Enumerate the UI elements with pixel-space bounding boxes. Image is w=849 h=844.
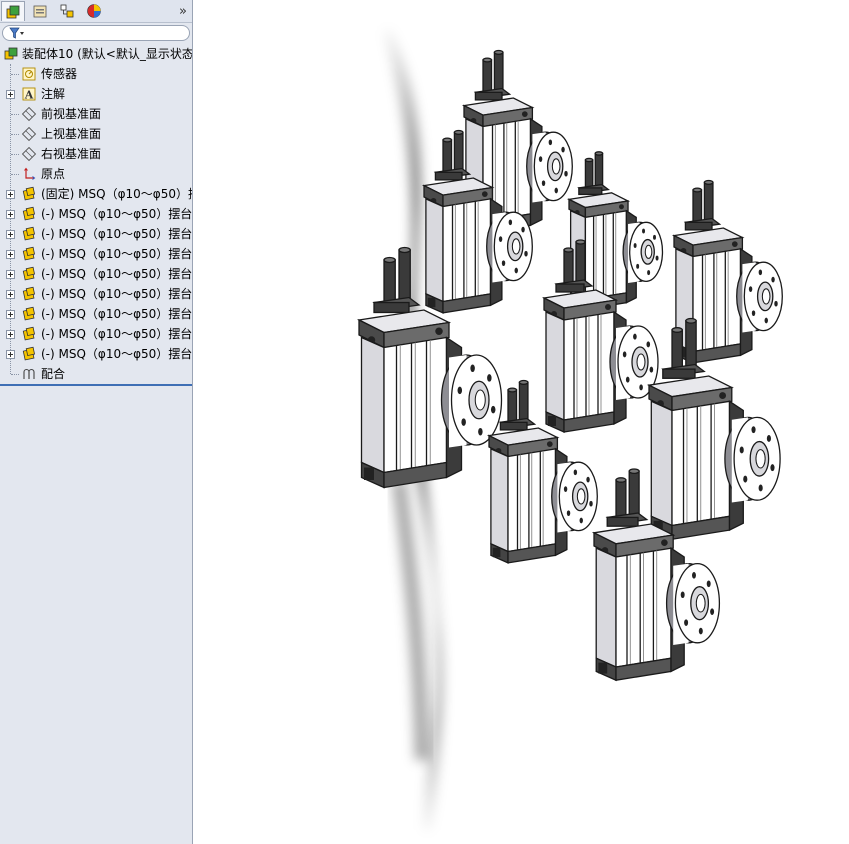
tree-item-label: (-) MSQ（φ10～φ50）摆台	[41, 347, 193, 361]
assembly-3d-view[interactable]	[194, 0, 849, 844]
annotation-icon: A	[21, 86, 37, 102]
tree-item-label: 前视基准面	[41, 107, 102, 121]
subassembly-icon	[21, 306, 37, 322]
display-manager-icon	[87, 4, 101, 18]
tree-item-label: (-) MSQ（φ10～φ50）摆台	[41, 267, 193, 281]
tree-item-plane[interactable]: 上视基准面	[0, 124, 192, 144]
subassembly-icon	[21, 246, 37, 262]
tree-item-subassembly[interactable]: (-) MSQ（φ10～φ50）摆台	[0, 224, 193, 244]
tree-item-origin[interactable]: 原点	[0, 164, 192, 184]
tree-item-subassembly[interactable]: (-) MSQ（φ10～φ50）摆台	[0, 324, 193, 344]
tree-item-label: 配合	[41, 367, 66, 381]
tree-item-label: (-) MSQ（φ10～φ50）摆台	[41, 327, 193, 341]
tree-item-label: (-) MSQ（φ10～φ50）摆台	[41, 307, 193, 321]
subassembly-icon	[21, 286, 37, 302]
subassembly-icon	[21, 186, 37, 202]
tree-item-label: (固定) MSQ（φ10～φ50）摆	[41, 187, 193, 201]
tree-branch	[11, 174, 19, 175]
tab-display-manager[interactable]	[82, 1, 106, 21]
tree-filter-input[interactable]	[2, 25, 190, 41]
plane-icon	[21, 126, 37, 142]
plane-icon	[21, 146, 37, 162]
subassembly-icon	[21, 206, 37, 222]
expand-toggle-icon[interactable]	[6, 250, 15, 259]
tree-branch	[11, 134, 19, 135]
tree-item-label: (-) MSQ（φ10～φ50）摆台	[41, 287, 193, 301]
tree-item-sensor[interactable]: 传感器	[0, 64, 192, 84]
assembly-root-icon	[3, 46, 19, 62]
sensor-icon	[21, 66, 37, 82]
expand-toggle-icon[interactable]	[6, 90, 15, 99]
tree-item-label: 右视基准面	[41, 147, 102, 161]
expand-toggle-icon[interactable]	[6, 350, 15, 359]
tree-root-assembly[interactable]: 装配体10 (默认<默认_显示状态	[0, 44, 193, 64]
expand-panel-button[interactable]: »	[176, 1, 190, 21]
tree-item-subassembly[interactable]: (-) MSQ（φ10～φ50）摆台	[0, 344, 193, 364]
tree-item-label: 传感器	[41, 67, 78, 81]
tree-item-label: 上视基准面	[41, 127, 102, 141]
tree-branch	[11, 74, 19, 75]
tree-branch	[11, 154, 19, 155]
tree-item-subassembly[interactable]: (-) MSQ（φ10～φ50）摆台	[0, 264, 193, 284]
feature-manager-tabbar: »	[0, 0, 192, 23]
tree-item-subassembly[interactable]: (-) MSQ（φ10～φ50）摆台	[0, 284, 193, 304]
tree-item-subassembly[interactable]: (-) MSQ（φ10～φ50）摆台	[0, 304, 193, 324]
expand-toggle-icon[interactable]	[6, 310, 15, 319]
expand-toggle-icon[interactable]	[6, 270, 15, 279]
tree-item-subassembly[interactable]: (固定) MSQ（φ10～φ50）摆	[0, 184, 193, 204]
expand-toggle-icon[interactable]	[6, 190, 15, 199]
origin-icon	[21, 166, 37, 182]
tree-branch	[11, 374, 19, 375]
feature-manager-panel: » 装配体10 (默认<默认_显示状态传感器 A 注解前视基准面上视基准面右视基准面…	[0, 0, 193, 844]
tree-item-label: 注解	[41, 87, 66, 101]
tree-item-label: (-) MSQ（φ10～φ50）摆台	[41, 227, 193, 241]
expand-toggle-icon[interactable]	[6, 210, 15, 219]
tree-item-subassembly[interactable]: (-) MSQ（φ10～φ50）摆台	[0, 244, 193, 264]
svg-text:A: A	[24, 89, 34, 102]
graphics-viewport[interactable]	[194, 0, 849, 844]
subassembly-icon	[21, 346, 37, 362]
subassembly-icon	[21, 266, 37, 282]
subassembly-icon	[21, 226, 37, 242]
tree-item-plane[interactable]: 右视基准面	[0, 144, 192, 164]
assembly-tree-icon	[6, 5, 20, 18]
tree-branch	[11, 114, 19, 115]
tab-configuration-manager[interactable]	[55, 1, 79, 21]
property-manager-icon	[33, 5, 47, 18]
mates-icon	[21, 366, 37, 382]
configuration-manager-icon	[60, 4, 74, 18]
tree-item-label: (-) MSQ（φ10～φ50）摆台	[41, 207, 193, 221]
tree-item-label: (-) MSQ（φ10～φ50）摆台	[41, 247, 193, 261]
tree-item-plane[interactable]: 前视基准面	[0, 104, 192, 124]
plane-icon	[21, 106, 37, 122]
filter-icon	[9, 27, 24, 39]
subassembly-icon	[21, 326, 37, 342]
expand-toggle-icon[interactable]	[6, 330, 15, 339]
expand-toggle-icon[interactable]	[6, 290, 15, 299]
tree-item-mates[interactable]: 配合	[0, 364, 192, 384]
tree-root-label: 装配体10 (默认<默认_显示状态	[22, 47, 193, 61]
tree-item-subassembly[interactable]: (-) MSQ（φ10～φ50）摆台	[0, 204, 193, 224]
expand-toggle-icon[interactable]	[6, 230, 15, 239]
tab-feature-tree[interactable]	[1, 1, 25, 21]
tab-property-manager[interactable]	[28, 1, 52, 21]
tree-end-divider	[0, 384, 192, 386]
tree-item-annotation[interactable]: A 注解	[0, 84, 192, 104]
tree-item-label: 原点	[41, 167, 66, 181]
